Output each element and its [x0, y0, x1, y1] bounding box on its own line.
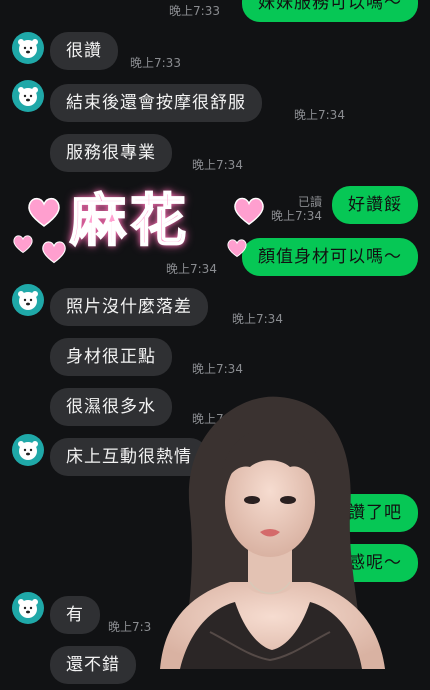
message-row: 身材很正點 晚上7:34 — [0, 338, 430, 382]
message-row: 服務很專業 晚上7:34 — [0, 134, 430, 178]
read-receipt: 已讀 — [297, 195, 322, 209]
message-time: 晚上7:33 — [130, 56, 181, 70]
avatar[interactable] — [12, 80, 44, 112]
bear-face-icon — [18, 87, 38, 106]
outgoing-bubble[interactable]: 好讚餒 — [332, 186, 418, 224]
message-row: 女友感呢～ — [0, 544, 430, 588]
message-time: 晚上7:34 — [271, 209, 322, 223]
message-row: 晚上7:33 妹妹服務可以嗎～ — [0, 0, 430, 24]
outgoing-bubble[interactable]: 妹妹服務可以嗎～ — [242, 0, 418, 22]
message-time: 晚上7:34 — [232, 312, 283, 326]
incoming-bubble[interactable]: 身材很正點 — [50, 338, 172, 376]
bear-face-icon — [18, 39, 38, 58]
message-row: 太讚了吧 — [0, 494, 430, 538]
message-time: 晚上7:34 — [166, 262, 217, 276]
avatar[interactable] — [12, 32, 44, 64]
bear-face-icon — [18, 441, 38, 460]
message-row: 還不錯 — [0, 646, 430, 690]
incoming-bubble[interactable]: 還不錯 — [50, 646, 136, 684]
incoming-bubble[interactable]: 很讚 — [50, 32, 118, 70]
message-meta: 晚上7:33 — [169, 4, 220, 18]
message-row: 有 晚上7:3 — [0, 592, 430, 640]
incoming-bubble[interactable]: 有 — [50, 596, 100, 634]
message-time: 晚上7:34 — [192, 158, 243, 172]
outgoing-bubble[interactable]: 顏值身材可以嗎～ — [242, 238, 418, 276]
message-meta: 已讀 晚上7:34 — [271, 195, 322, 223]
message-row: 已讀 晚上7:34 好讚餒 — [0, 186, 430, 230]
incoming-bubble[interactable]: 床上互動很熱情 — [50, 438, 208, 476]
incoming-bubble[interactable]: 照片沒什麼落差 — [50, 288, 208, 326]
message-row: 結束後還會按摩很舒服 晚上7:34 — [0, 80, 430, 128]
bear-face-icon — [18, 599, 38, 618]
message-row: 很讚 晚上7:33 — [0, 32, 430, 76]
message-time: 晚上7:3 — [108, 620, 152, 634]
message-time: 晚上7:34 — [294, 108, 345, 122]
outgoing-bubble[interactable]: 女友感呢～ — [296, 544, 418, 582]
incoming-bubble[interactable]: 服務很專業 — [50, 134, 172, 172]
message-time: 晚上7:34 — [192, 412, 243, 426]
avatar[interactable] — [12, 284, 44, 316]
message-row: 照片沒什麼落差 晚上7:34 — [0, 284, 430, 332]
message-row: 晚上7:34 顏值身材可以嗎～ — [0, 238, 430, 282]
outgoing-bubble[interactable]: 太讚了吧 — [314, 494, 418, 532]
chat-view: 晚上7:33 妹妹服務可以嗎～ 很讚 晚上7:33 結束後還會按摩很舒服 晚上7… — [0, 0, 430, 684]
message-time: 晚上7:34 — [192, 362, 243, 376]
incoming-bubble[interactable]: 很濕很多水 — [50, 388, 172, 426]
bear-face-icon — [18, 291, 38, 310]
message-row: 很濕很多水 晚上7:34 — [0, 388, 430, 432]
message-row: 床上互動很熱情 — [0, 434, 430, 482]
message-time: 晚上7:33 — [169, 4, 220, 18]
avatar[interactable] — [12, 592, 44, 624]
avatar[interactable] — [12, 434, 44, 466]
incoming-bubble[interactable]: 結束後還會按摩很舒服 — [50, 84, 262, 122]
